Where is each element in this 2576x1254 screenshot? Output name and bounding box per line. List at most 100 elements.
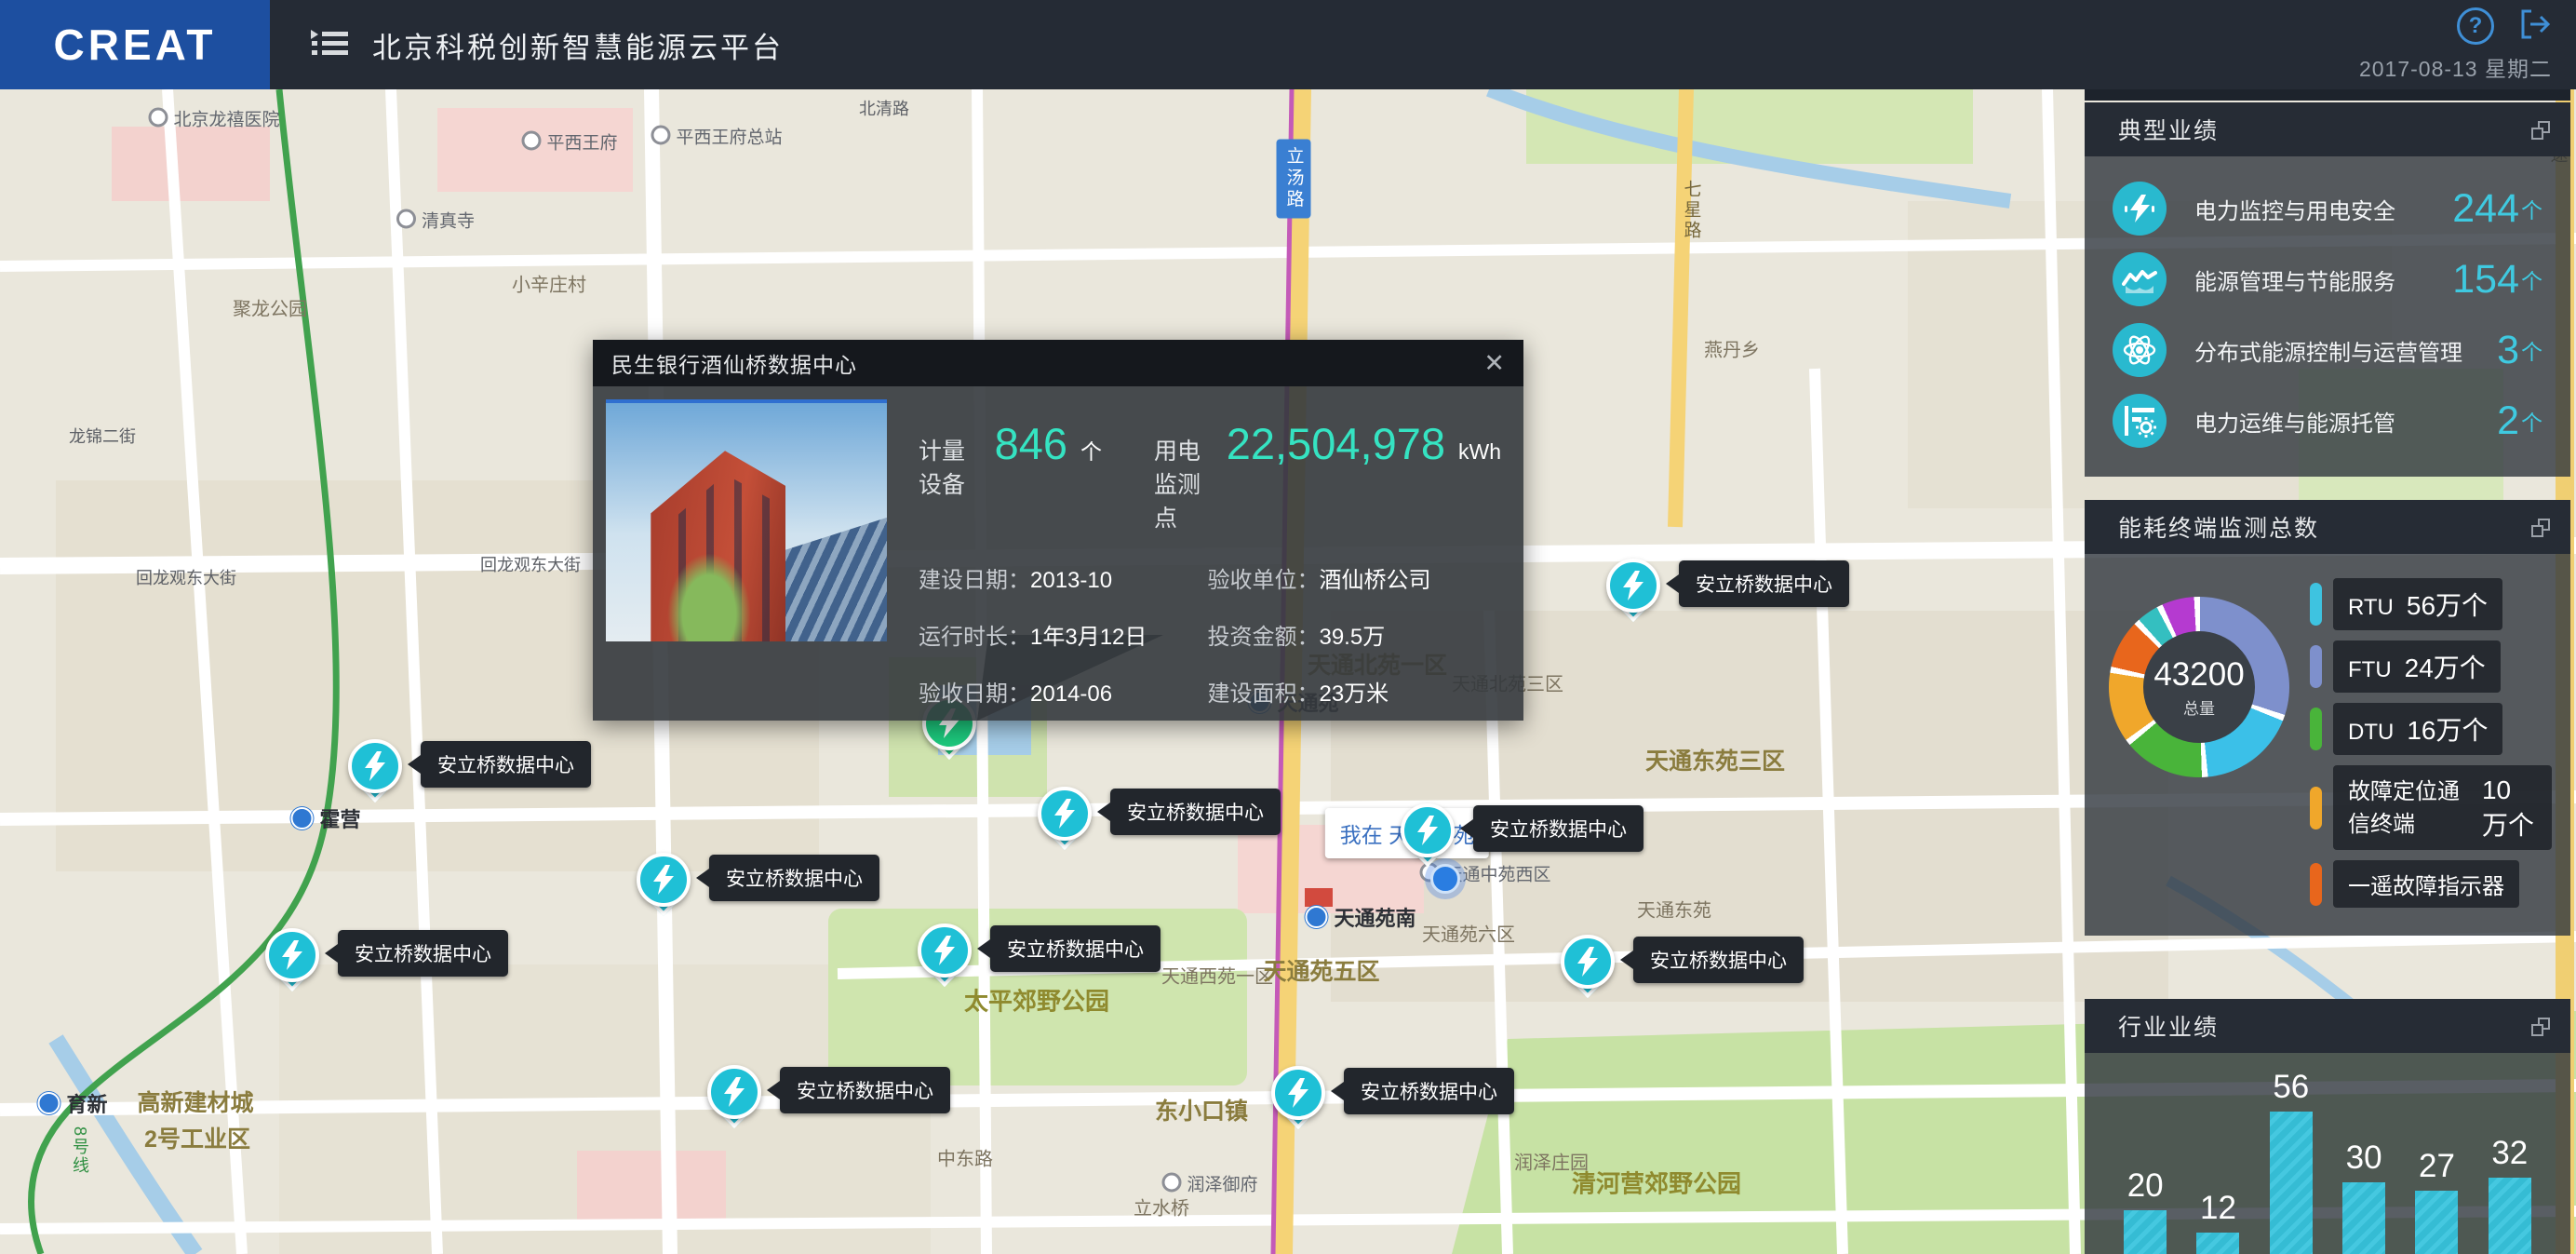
datacenter-marker[interactable]: 安立桥数据中心 — [1271, 1066, 1514, 1130]
map-label: 清真寺 — [396, 208, 475, 233]
terminals-header: 能耗终端监测总数 — [2085, 500, 2570, 554]
pin-icon — [348, 739, 402, 803]
big-stat-value: 846 — [994, 419, 1068, 468]
legend-value: 10万个 — [2481, 775, 2534, 840]
expand-icon[interactable] — [2531, 121, 2550, 140]
detail-value: 1年3月12日 — [1030, 625, 1147, 650]
app: CREAT 北京科税创新智慧能源云平台 ? 2017-08-13 星期二 北京龙… — [0, 0, 2576, 1254]
gps-dot — [1430, 864, 1460, 894]
map-label: 天通东苑三区 — [1644, 748, 1786, 775]
bar-group: 20 — [2109, 1167, 2181, 1254]
legend-value: 24万个 — [2404, 654, 2486, 682]
menu-icon[interactable] — [309, 26, 350, 64]
bolt-icon — [1038, 787, 1092, 841]
datacenter-marker[interactable]: 安立桥数据中心 — [1401, 803, 1644, 868]
map-label: 燕丹乡 — [1704, 340, 1760, 361]
typical-item[interactable]: 分布式能源控制与运营管理 3 个 — [2085, 315, 2570, 385]
donut-total-label: 总量 — [2183, 699, 2215, 718]
marker-label[interactable]: 安立桥数据中心 — [1620, 937, 1804, 983]
legend-label: DTU — [2348, 720, 2395, 745]
detail-item: 投资金额：39.5万 — [1207, 618, 1501, 651]
map-label: 北清路 — [859, 100, 909, 118]
marker-label[interactable]: 安立桥数据中心 — [325, 930, 508, 977]
big-stat: 计量设备 846 个 — [919, 418, 1102, 533]
pin-icon — [707, 1065, 761, 1129]
ops-icon — [2113, 394, 2167, 448]
map-label: 8号线 — [71, 1126, 89, 1176]
header-right: ? 2017-08-13 星期二 — [2359, 7, 2552, 83]
typical-item[interactable]: 电力监控与用电安全 244 个 — [2085, 173, 2570, 244]
legend-chip: FTU 24万个 — [2333, 640, 2501, 693]
legend-label: FTU — [2348, 657, 2392, 682]
brand-logo: CREAT — [53, 20, 217, 69]
bar — [2269, 1112, 2313, 1254]
marker-label[interactable]: 安立桥数据中心 — [1097, 789, 1281, 835]
detail-item: 验收日期：2014-06 — [919, 675, 1198, 708]
datacenter-marker[interactable]: 安立桥数据中心 — [1561, 935, 1804, 999]
marker-label[interactable]: 安立桥数据中心 — [977, 925, 1161, 972]
bar-group: 56 — [2255, 1069, 2328, 1254]
legend-color-bar — [2310, 862, 2322, 906]
expand-icon[interactable] — [2531, 519, 2550, 537]
close-icon[interactable]: ✕ — [1483, 350, 1505, 376]
donut-chart: 43200 总量 — [2109, 597, 2289, 777]
datacenter-marker[interactable]: 安立桥数据中心 — [265, 928, 508, 992]
bolt-icon — [348, 739, 402, 793]
bar-group: 32 — [2474, 1135, 2546, 1254]
marker-label[interactable]: 安立桥数据中心 — [1460, 805, 1644, 852]
typical-item[interactable]: 能源管理与节能服务 154 个 — [2085, 244, 2570, 315]
bar — [2196, 1233, 2240, 1254]
poi-icon — [148, 107, 168, 128]
map-label: 立水桥 — [1134, 1198, 1189, 1220]
terminals-panel: 能耗终端监测总数 43200 总量 RTU 56万个 FTU 24万个 DTU 16万个故… — [2085, 500, 2570, 936]
map-label: 平西王府总站 — [651, 124, 783, 149]
legend-color-bar — [2310, 645, 2322, 688]
bar-value: 27 — [2419, 1148, 2455, 1184]
legend-label: 一遥故障指示器 — [2348, 874, 2504, 899]
marker-label[interactable]: 安立桥数据中心 — [767, 1067, 950, 1113]
map-label: 育新 — [37, 1088, 108, 1118]
typical-performance-header: 典型业绩 — [2085, 102, 2570, 156]
marker-label[interactable]: 安立桥数据中心 — [1331, 1068, 1514, 1114]
datacenter-marker[interactable]: 安立桥数据中心 — [1606, 559, 1849, 623]
pin-icon — [637, 853, 691, 917]
popup-stats: 计量设备 846 个 用电监测点 22,504,978 kWh 建设日期：2013-10 验… — [887, 399, 1510, 708]
datacenter-marker[interactable]: 安立桥数据中心 — [1038, 787, 1281, 851]
donut-total: 43200 — [2153, 655, 2245, 693]
bar-group: 27 — [2400, 1148, 2473, 1254]
page-title: 北京科税创新智慧能源云平台 — [372, 31, 784, 64]
map-label: 霍营 — [290, 803, 361, 833]
detail-value: 2013-10 — [1030, 568, 1113, 593]
industry-body: 201256302732 高校医院建筑政府平台移动园区 — [2085, 1053, 2570, 1254]
datacenter-marker[interactable]: 安立桥数据中心 — [918, 924, 1161, 988]
datacenter-marker[interactable]: 安立桥数据中心 — [707, 1065, 950, 1129]
detail-value: 39.5万 — [1319, 625, 1386, 650]
pin-icon — [1271, 1066, 1325, 1130]
logo-box: CREAT — [0, 0, 270, 89]
marker-label[interactable]: 安立桥数据中心 — [1666, 560, 1849, 607]
big-stat: 用电监测点 22,504,978 kWh — [1154, 418, 1501, 533]
marker-label[interactable]: 安立桥数据中心 — [408, 741, 591, 788]
expand-icon[interactable] — [2531, 1018, 2550, 1036]
industry-header: 行业业绩 — [2085, 999, 2570, 1053]
pin-icon — [1561, 935, 1615, 999]
map-label: 天通苑六区 — [1422, 924, 1515, 946]
datacenter-marker[interactable]: 安立桥数据中心 — [637, 853, 879, 917]
typical-item-value: 2 — [2497, 398, 2519, 443]
typical-item-unit: 个 — [2521, 198, 2542, 222]
bolt-icon — [265, 928, 319, 982]
marker-label[interactable]: 安立桥数据中心 — [696, 855, 879, 901]
map-label: 平西王府 — [521, 129, 618, 155]
typical-item[interactable]: 电力运维与能源托管 2 个 — [2085, 385, 2570, 456]
logout-icon[interactable] — [2518, 7, 2552, 46]
terminals-body: 43200 总量 RTU 56万个 FTU 24万个 DTU 16万个 故障定位通信终端 10… — [2085, 554, 2570, 936]
detail-label: 建设日期： — [919, 568, 1030, 593]
industry-panel: 行业业绩 201256302732 高校医院建筑政府平台移动园区 — [2085, 999, 2570, 1254]
help-icon[interactable]: ? — [2457, 7, 2494, 45]
legend-label: RTU — [2348, 595, 2394, 620]
detail-value: 2014-06 — [1030, 681, 1113, 707]
bar — [2342, 1182, 2386, 1254]
datacenter-marker[interactable]: 安立桥数据中心 — [348, 739, 591, 803]
legend-item: RTU 56万个 — [2310, 578, 2552, 630]
bar — [2415, 1191, 2459, 1254]
